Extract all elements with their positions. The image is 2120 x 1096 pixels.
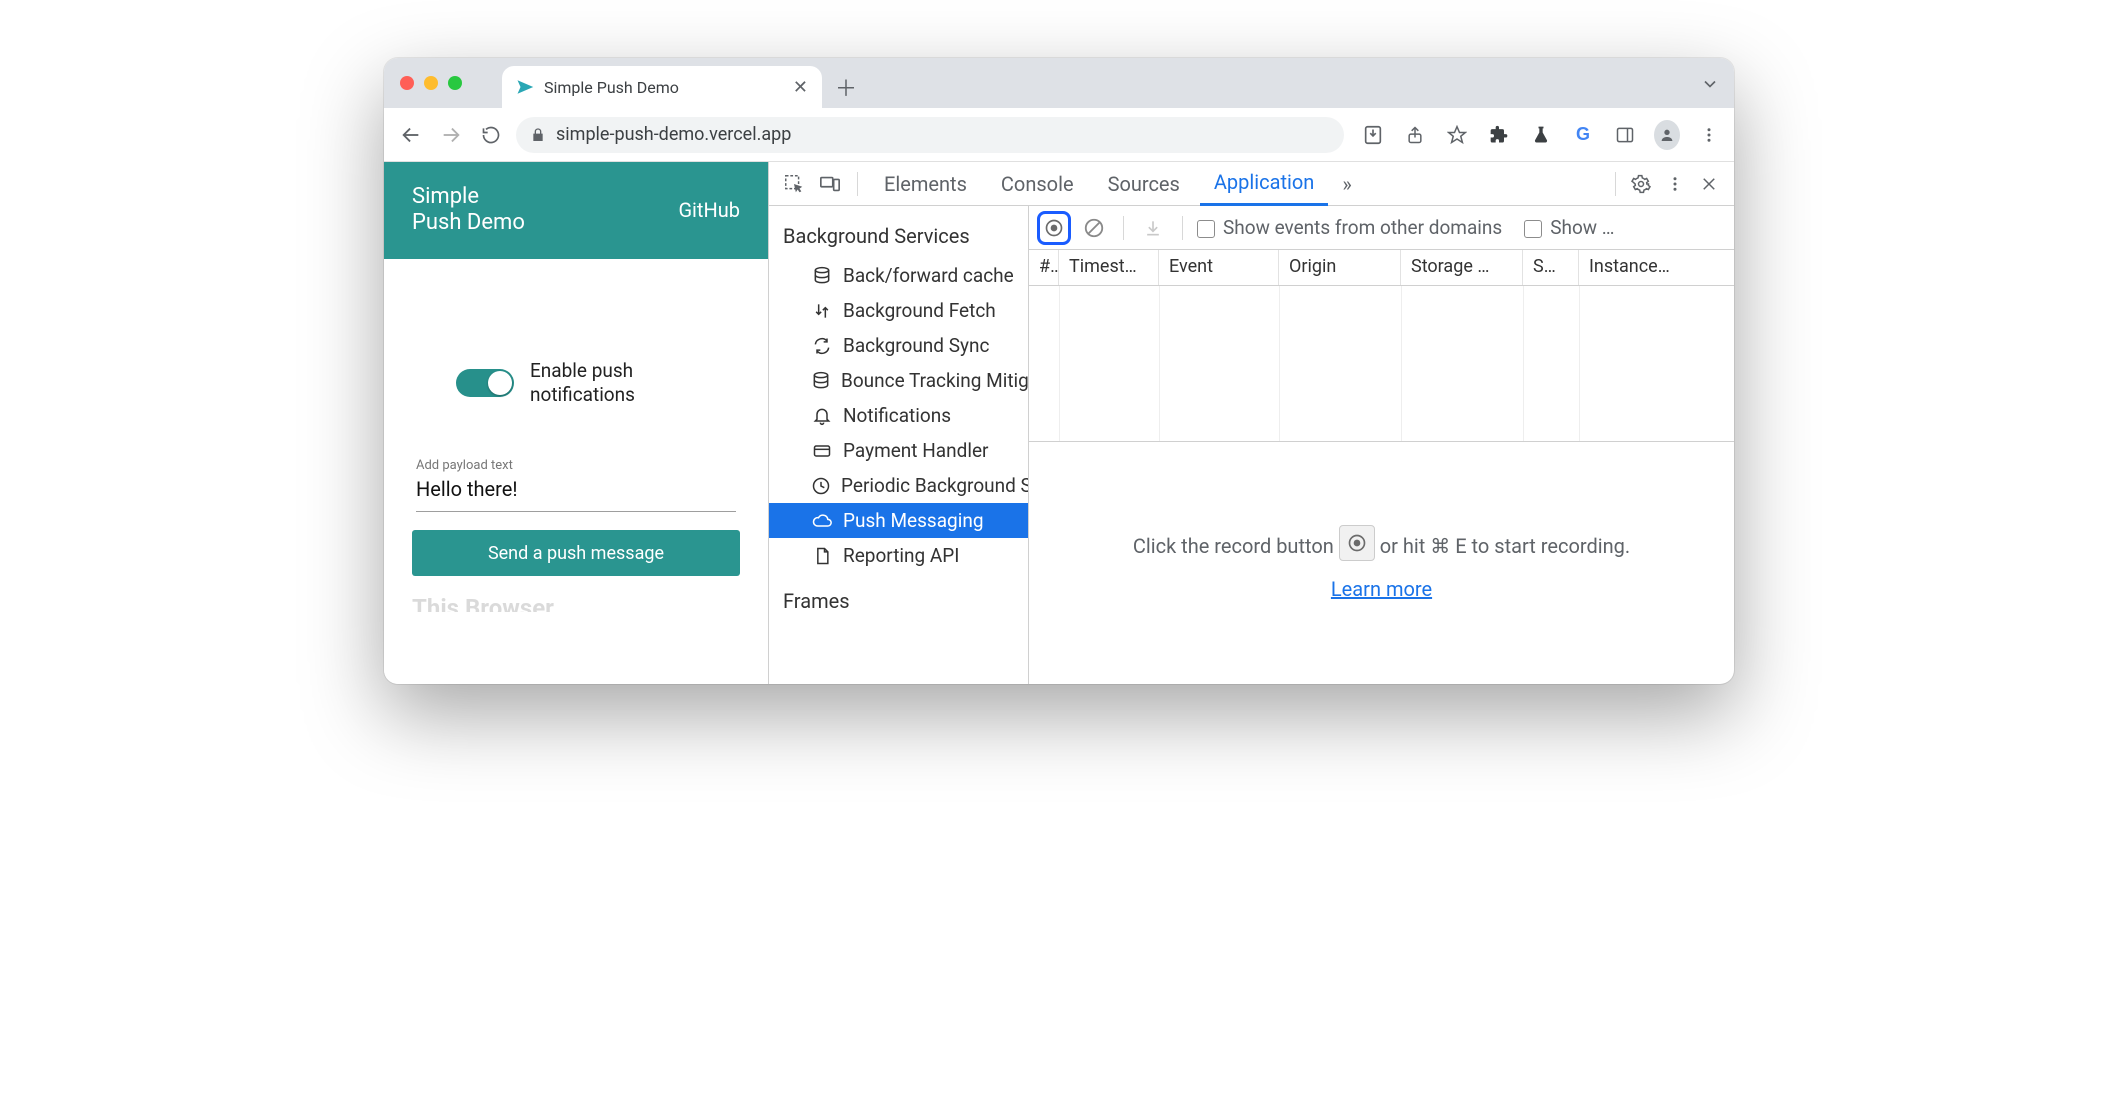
- send-push-button[interactable]: Send a push message: [412, 530, 740, 576]
- tab-close-icon[interactable]: ✕: [793, 77, 808, 98]
- devtools-menu-icon[interactable]: [1660, 169, 1690, 199]
- browser-window: Simple Push Demo ✕ ＋ simple-push-demo.ve…: [384, 58, 1734, 684]
- learn-more-link[interactable]: Learn more: [1331, 577, 1432, 601]
- col-instance[interactable]: Instance…: [1579, 250, 1734, 285]
- reload-button[interactable]: [476, 120, 506, 150]
- inspect-element-icon[interactable]: [779, 169, 809, 199]
- tab-console[interactable]: Console: [987, 162, 1088, 206]
- enable-push-switch[interactable]: [456, 369, 514, 397]
- payload-label: Add payload text: [416, 458, 736, 473]
- devtools: Elements Console Sources Application »: [768, 162, 1734, 684]
- col-storage[interactable]: Storage …: [1401, 250, 1523, 285]
- labs-flask-icon[interactable]: [1528, 122, 1554, 148]
- sidebar-item-payment-handler[interactable]: Payment Handler: [769, 433, 1028, 468]
- traffic-lights: [400, 76, 462, 90]
- browser-menu-icon[interactable]: [1696, 122, 1722, 148]
- url-text: simple-push-demo.vercel.app: [556, 124, 791, 145]
- col-index[interactable]: #: [1029, 250, 1059, 285]
- sidebar-item-push-messaging[interactable]: Push Messaging: [769, 503, 1028, 538]
- section-heading: This Browser: [412, 594, 740, 612]
- share-icon[interactable]: [1402, 122, 1428, 148]
- minimize-window-button[interactable]: [424, 76, 438, 90]
- payload-value: Hello there!: [416, 477, 736, 501]
- sync-icon: [811, 336, 833, 356]
- browser-tab[interactable]: Simple Push Demo ✕: [502, 66, 822, 108]
- devtools-settings-icon[interactable]: [1626, 169, 1656, 199]
- app-title: Simple Push Demo: [412, 184, 525, 237]
- show-other-domains-checkbox[interactable]: Show events from other domains: [1197, 216, 1502, 239]
- panel-toolbar: Show events from other domains Show …: [1029, 206, 1734, 250]
- tab-overflow-chevron-icon[interactable]: [1700, 74, 1720, 94]
- bookmark-star-icon[interactable]: [1444, 122, 1470, 148]
- sidebar-item-reporting-api[interactable]: Reporting API: [769, 538, 1028, 573]
- profile-avatar[interactable]: [1654, 122, 1680, 148]
- tab-elements[interactable]: Elements: [870, 162, 981, 206]
- forward-button[interactable]: [436, 120, 466, 150]
- database-icon: [811, 266, 833, 286]
- extensions-puzzle-icon[interactable]: [1486, 122, 1512, 148]
- events-table-header: # Timest… Event Origin Storage … S… Inst…: [1029, 250, 1734, 286]
- close-window-button[interactable]: [400, 76, 414, 90]
- sidebar-item-back-forward-cache[interactable]: Back/forward cache: [769, 258, 1028, 293]
- new-tab-button[interactable]: ＋: [828, 69, 864, 105]
- side-panel-icon[interactable]: [1612, 122, 1638, 148]
- app-header: Simple Push Demo GitHub: [384, 162, 768, 259]
- toolbar: simple-push-demo.vercel.app G: [384, 108, 1734, 162]
- enable-toggle-row: Enable push notifications: [456, 359, 740, 407]
- clear-button[interactable]: [1079, 213, 1109, 243]
- content-area: Simple Push Demo GitHub Enable push noti…: [384, 162, 1734, 684]
- sidebar-item-notifications[interactable]: Notifications: [769, 398, 1028, 433]
- page-body: Enable push notifications Add payload te…: [384, 259, 768, 613]
- devtools-close-icon[interactable]: [1694, 169, 1724, 199]
- back-button[interactable]: [396, 120, 426, 150]
- record-button[interactable]: [1037, 211, 1071, 245]
- download-button[interactable]: [1138, 213, 1168, 243]
- events-table-body: [1029, 286, 1734, 442]
- sidebar-section-heading: Background Services: [783, 224, 1028, 248]
- col-s[interactable]: S…: [1523, 250, 1579, 285]
- show-truncated-checkbox[interactable]: Show …: [1524, 216, 1614, 239]
- database-icon: [811, 371, 831, 391]
- application-sidebar: Background Services Back/forward cache B…: [769, 206, 1029, 684]
- bell-icon: [811, 406, 833, 426]
- maximize-window-button[interactable]: [448, 76, 462, 90]
- devtools-body: Background Services Back/forward cache B…: [769, 206, 1734, 684]
- sidebar-item-bounce-tracking[interactable]: Bounce Tracking Mitigations: [769, 363, 1028, 398]
- install-app-icon[interactable]: [1360, 122, 1386, 148]
- payload-input[interactable]: Add payload text Hello there!: [416, 452, 736, 512]
- device-toolbar-icon[interactable]: [815, 169, 845, 199]
- sidebar-item-periodic-bg-sync[interactable]: Periodic Background Sync: [769, 468, 1028, 503]
- address-bar[interactable]: simple-push-demo.vercel.app: [516, 117, 1344, 153]
- empty-state-text: Click the record button or hit ⌘ E to st…: [1133, 525, 1630, 561]
- sidebar-item-background-sync[interactable]: Background Sync: [769, 328, 1028, 363]
- tab-overflow[interactable]: »: [1334, 162, 1359, 206]
- paper-plane-icon: [516, 78, 534, 96]
- google-account-icon[interactable]: G: [1570, 122, 1596, 148]
- document-icon: [811, 546, 833, 566]
- col-event[interactable]: Event: [1159, 250, 1279, 285]
- empty-state: Click the record button or hit ⌘ E to st…: [1029, 442, 1734, 684]
- tab-title: Simple Push Demo: [544, 78, 783, 97]
- demo-page: Simple Push Demo GitHub Enable push noti…: [384, 162, 768, 684]
- record-icon: [1339, 525, 1375, 561]
- tab-sources[interactable]: Sources: [1094, 162, 1194, 206]
- enable-push-label: Enable push notifications: [530, 359, 635, 407]
- col-origin[interactable]: Origin: [1279, 250, 1401, 285]
- lock-icon: [530, 127, 546, 143]
- cloud-icon: [811, 511, 833, 531]
- sidebar-item-background-fetch[interactable]: Background Fetch: [769, 293, 1028, 328]
- tab-bar: Simple Push Demo ✕ ＋: [384, 58, 1734, 108]
- push-messaging-panel: Show events from other domains Show … # …: [1029, 206, 1734, 684]
- tab-application[interactable]: Application: [1200, 162, 1328, 206]
- devtools-tabbar: Elements Console Sources Application »: [769, 162, 1734, 206]
- fetch-arrows-icon: [811, 301, 833, 321]
- clock-icon: [811, 476, 831, 496]
- col-timestamp[interactable]: Timest…: [1059, 250, 1159, 285]
- github-link[interactable]: GitHub: [678, 198, 740, 222]
- sidebar-frames-heading: Frames: [783, 589, 1028, 613]
- credit-card-icon: [811, 441, 833, 461]
